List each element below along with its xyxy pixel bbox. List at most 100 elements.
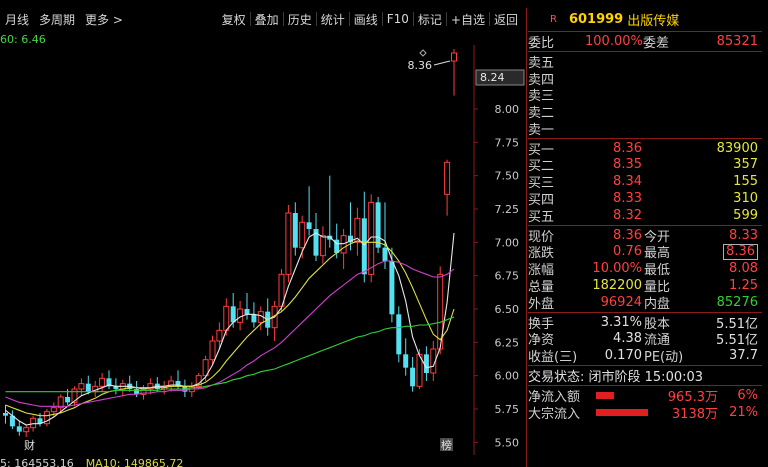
weibi-row: 委比 100.00% 委差 85321: [528, 33, 758, 51]
trade-state: 交易状态: 闭市阶段 15:00:03: [528, 370, 704, 386]
candle-body: [340, 235, 347, 254]
candle-body: [389, 261, 395, 315]
stat-row: 涨幅 10.00% 最低 8.08: [528, 260, 762, 278]
stat-value: 8.36: [723, 243, 758, 260]
fund-flows: 净流入额 965.3万 6% 大宗流入 3138万 21%: [528, 387, 762, 422]
candle-body: [410, 367, 416, 387]
back-button[interactable]: 返回: [490, 11, 522, 28]
price-tick-label: 7.00: [495, 236, 520, 249]
candle-body: [451, 52, 457, 62]
fundamental-stats: 换手 3.31% 股本 5.51亿 净资 4.38 流通 5.51亿 收益(三) 0…: [528, 314, 762, 366]
buy-level[interactable]: 买四 8.33 310: [528, 190, 762, 208]
tab-multi-period[interactable]: 多周期: [34, 11, 80, 28]
stock-name: 出版传媒: [627, 13, 680, 29]
buy-volume: 357: [733, 157, 758, 173]
adjust-button[interactable]: 复权: [218, 11, 250, 28]
history-button[interactable]: 历史: [284, 11, 316, 28]
stat-value: 1.25: [729, 278, 758, 294]
sell-label: 卖一: [528, 122, 555, 138]
buy-volume: 155: [733, 174, 758, 190]
buy-book: 买一 8.36 83900 买二 8.35 357 买三 8.34 155 买四 8.…: [528, 140, 762, 225]
fund-row: 收益(三) 0.170 PE(动) 37.7: [528, 347, 762, 366]
candle-body: [396, 314, 402, 355]
sell-level[interactable]: 卖二: [528, 103, 762, 121]
buy-level[interactable]: 买一 8.36 83900: [528, 140, 762, 158]
flow-pct: 6%: [737, 387, 758, 403]
stat-value: 0.76: [613, 244, 642, 260]
draw-line-button[interactable]: 画线: [350, 11, 382, 28]
candle-body: [3, 413, 8, 416]
candle-body: [237, 308, 244, 323]
flow-row: 大宗流入 3138万 21%: [528, 404, 762, 422]
price-tick-label: 6.25: [495, 336, 520, 349]
sell-book: 卖五 卖四 卖三 卖二 卖一: [528, 53, 762, 138]
diamond-icon: [419, 49, 427, 57]
flow-bar: [596, 408, 648, 416]
weibi-value: 100.00%: [585, 33, 643, 49]
fund-value: 4.38: [613, 331, 642, 347]
candle-body: [382, 247, 388, 261]
candle-body: [444, 161, 451, 195]
sell-level[interactable]: 卖四: [528, 70, 762, 88]
tab-monthly[interactable]: 月线: [0, 11, 34, 28]
buy-level[interactable]: 买五 8.32 599: [528, 207, 762, 225]
fund-value: 3.31%: [600, 314, 642, 330]
kline-chart[interactable]: 8.00 7.75 7.50 7.25 7.00 6.75 6.50 6.25 6.00 5.75…: [0, 45, 526, 455]
ma-line: [5, 260, 455, 407]
candle-body: [230, 306, 236, 323]
more-button[interactable]: 更多 >: [80, 11, 128, 28]
stat-value: 85276: [716, 294, 758, 310]
chart-toolbar: 月线 多周期 更多 > 复权 叠加 历史 统计 画线 F10 标记 +自选 返回: [0, 8, 526, 30]
fund-row: 换手 3.31% 股本 5.51亿: [528, 314, 762, 332]
stat-label: 内盘: [644, 296, 671, 312]
sell-level[interactable]: 卖三: [528, 86, 762, 104]
current-price-box-label: 8.24: [480, 71, 505, 84]
price-tick-label: 6.75: [495, 270, 520, 283]
f10-button[interactable]: F10: [383, 12, 413, 26]
candle-body: [403, 354, 409, 368]
candle-body: [306, 222, 312, 229]
buy-volume: 310: [733, 191, 758, 207]
flow-value: 3138万: [671, 406, 718, 422]
buy-price: 8.32: [613, 207, 642, 223]
ma-line: [5, 316, 455, 393]
stat-row: 外盘 96924 内盘 85276: [528, 294, 762, 312]
stat-value: 182200: [592, 278, 642, 294]
right-edge-strip: [762, 8, 768, 467]
price-tick-label: 5.75: [495, 403, 520, 416]
buy-price: 8.35: [613, 157, 642, 173]
volume-indicator-line: 5: 164553.16 MA10: 149865.72: [0, 457, 183, 467]
candle-body: [285, 212, 292, 275]
buy-price: 8.36: [613, 140, 642, 156]
quote-stats: 现价 8.36 今开 8.33 涨跌 0.76 最高 8.36 涨幅 10.00% …: [528, 227, 762, 312]
vol-ma10: MA10: 149865.72: [85, 457, 184, 467]
candle-body: [244, 309, 250, 315]
flow-label: 大宗流入: [528, 406, 581, 422]
buy-price: 8.34: [613, 174, 642, 190]
buy-level[interactable]: 买二 8.35 357: [528, 157, 762, 174]
overlay-button[interactable]: 叠加: [251, 11, 283, 28]
flow-pct: 21%: [729, 404, 758, 420]
stat-value: 8.08: [729, 261, 758, 277]
sell-level[interactable]: 卖五: [528, 53, 762, 71]
candle-body: [375, 202, 381, 248]
candle-body: [251, 314, 257, 323]
quote-panel: R 601999 出版传媒 委比 100.00% 委差 85321 卖五 卖四 卖三…: [528, 8, 762, 467]
flow-row: 净流入额 965.3万 6%: [528, 387, 762, 405]
price-tick-label: 8.00: [495, 103, 520, 116]
last-price-label: 8.36: [408, 59, 433, 72]
price-tick-label: 7.25: [495, 203, 520, 216]
fund-label: PE(动): [644, 350, 684, 366]
mark-button[interactable]: 标记: [414, 11, 446, 28]
stats-button[interactable]: 统计: [317, 11, 349, 28]
stat-row: 总量 182200 量比 1.25: [528, 277, 762, 295]
price-tick-label: 6.00: [495, 370, 520, 383]
sell-level[interactable]: 卖一: [528, 120, 762, 138]
buy-volume: 83900: [716, 140, 758, 156]
candle-body: [361, 218, 367, 275]
add-watchlist-button[interactable]: +自选: [447, 11, 489, 28]
fund-value: 0.170: [604, 348, 642, 364]
stat-value: 8.33: [729, 227, 758, 243]
buy-level[interactable]: 买三 8.34 155: [528, 173, 762, 191]
candle-body: [65, 397, 71, 403]
